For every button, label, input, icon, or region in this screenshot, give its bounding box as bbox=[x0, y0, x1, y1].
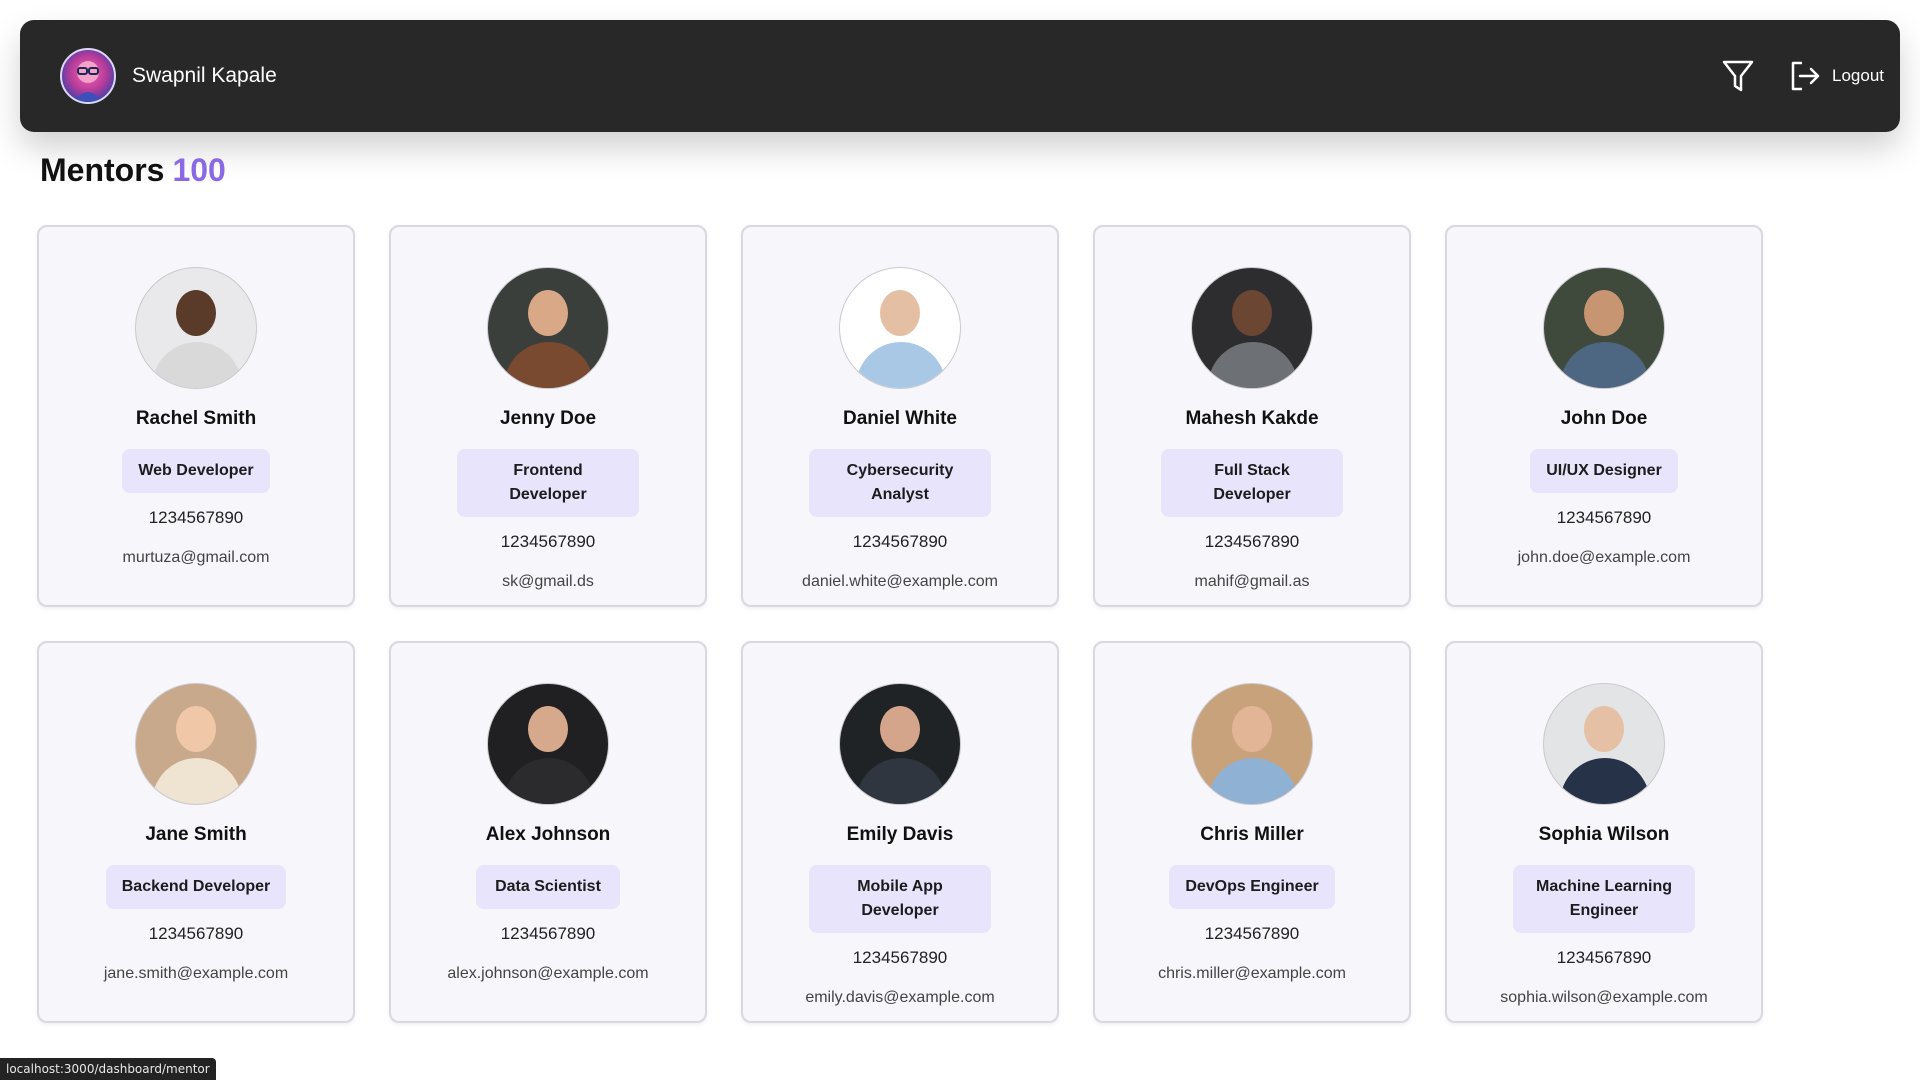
filter-button[interactable] bbox=[1718, 56, 1758, 96]
status-bar-url: localhost:3000/dashboard/mentor bbox=[0, 1058, 216, 1080]
mentor-avatar bbox=[135, 683, 257, 805]
mentor-role-badge: DevOps Engineer bbox=[1169, 865, 1335, 909]
mentor-role-badge: Mobile App Developer bbox=[809, 865, 991, 933]
mentor-role-badge: Web Developer bbox=[122, 449, 270, 493]
logout-arrow-icon bbox=[1791, 61, 1820, 91]
user-name: Swapnil Kapale bbox=[132, 64, 277, 87]
mentor-avatar bbox=[1191, 683, 1313, 805]
mentor-email: sk@gmail.ds bbox=[502, 573, 594, 590]
mentor-avatar bbox=[487, 267, 609, 389]
mentor-card[interactable]: Alex Johnson Data Scientist 1234567890 a… bbox=[389, 641, 707, 1023]
mentor-email: emily.davis@example.com bbox=[805, 989, 995, 1006]
mentor-avatar bbox=[135, 267, 257, 389]
page-title-label: Mentors bbox=[40, 152, 165, 188]
mentor-phone: 1234567890 bbox=[500, 924, 596, 943]
mentor-avatar bbox=[839, 683, 961, 805]
funnel-icon bbox=[1722, 60, 1754, 92]
mentor-phone: 1234567890 bbox=[852, 948, 948, 967]
top-navbar: Swapnil Kapale Logout bbox=[20, 20, 1900, 132]
mentor-role-badge: Data Scientist bbox=[476, 865, 620, 909]
mentor-email: chris.miller@example.com bbox=[1158, 965, 1346, 982]
mentor-phone: 1234567890 bbox=[1556, 508, 1652, 527]
mentor-card[interactable]: Mahesh Kakde Full Stack Developer 123456… bbox=[1093, 225, 1411, 607]
mentor-card[interactable]: Jane Smith Backend Developer 1234567890 … bbox=[37, 641, 355, 1023]
mentor-card[interactable]: Chris Miller DevOps Engineer 1234567890 … bbox=[1093, 641, 1411, 1023]
mentor-name: Alex Johnson bbox=[485, 824, 611, 845]
mentor-avatar bbox=[839, 267, 961, 389]
mentor-phone: 1234567890 bbox=[1204, 924, 1300, 943]
logout-button[interactable]: Logout bbox=[1788, 56, 1884, 96]
mentor-card[interactable]: Jenny Doe Frontend Developer 1234567890 … bbox=[389, 225, 707, 607]
mentor-name: Emily Davis bbox=[846, 824, 954, 845]
mentor-name: Jane Smith bbox=[145, 824, 247, 845]
mentor-phone: 1234567890 bbox=[852, 532, 948, 551]
mentor-phone: 1234567890 bbox=[148, 508, 244, 527]
mentor-email: sophia.wilson@example.com bbox=[1500, 989, 1708, 1006]
mentor-name: Chris Miller bbox=[1200, 824, 1304, 845]
mentor-avatar bbox=[1543, 683, 1665, 805]
mentor-role-badge: Full Stack Developer bbox=[1161, 449, 1343, 517]
mentor-phone: 1234567890 bbox=[148, 924, 244, 943]
mentor-role-badge: Cybersecurity Analyst bbox=[809, 449, 991, 517]
mentor-avatar bbox=[487, 683, 609, 805]
mentor-card[interactable]: Daniel White Cybersecurity Analyst 12345… bbox=[741, 225, 1059, 607]
mentor-count: 100 bbox=[172, 152, 226, 188]
mentor-name: Daniel White bbox=[842, 408, 957, 429]
mentor-name: John Doe bbox=[1560, 408, 1648, 429]
mentor-role-badge: Machine Learning Engineer bbox=[1513, 865, 1695, 933]
mentor-email: murtuza@gmail.com bbox=[122, 549, 270, 566]
mentor-phone: 1234567890 bbox=[500, 532, 596, 551]
mentor-card[interactable]: John Doe UI/UX Designer 1234567890 john.… bbox=[1445, 225, 1763, 607]
mentor-email: alex.johnson@example.com bbox=[447, 965, 649, 982]
mentor-card[interactable]: Emily Davis Mobile App Developer 1234567… bbox=[741, 641, 1059, 1023]
mentor-role-badge: Frontend Developer bbox=[457, 449, 639, 517]
mentor-phone: 1234567890 bbox=[1204, 532, 1300, 551]
mentor-phone: 1234567890 bbox=[1556, 948, 1652, 967]
mentor-avatar bbox=[1191, 267, 1313, 389]
mentor-email: daniel.white@example.com bbox=[802, 573, 998, 590]
page-title: Mentors 100 bbox=[40, 150, 226, 190]
mentor-role-badge: UI/UX Designer bbox=[1530, 449, 1678, 493]
mentor-email: john.doe@example.com bbox=[1517, 549, 1691, 566]
mentor-avatar bbox=[1543, 267, 1665, 389]
mentor-card[interactable]: Sophia Wilson Machine Learning Engineer … bbox=[1445, 641, 1763, 1023]
logout-label: Logout bbox=[1832, 66, 1884, 85]
mentor-role-badge: Backend Developer bbox=[105, 865, 287, 909]
mentor-name: Jenny Doe bbox=[499, 408, 597, 429]
mentor-name: Mahesh Kakde bbox=[1185, 408, 1319, 429]
mentor-card[interactable]: Rachel Smith Web Developer 1234567890 mu… bbox=[37, 225, 355, 607]
mentor-name: Rachel Smith bbox=[135, 408, 257, 429]
mentor-email: mahif@gmail.as bbox=[1194, 573, 1310, 590]
avatar-illustration-icon bbox=[74, 61, 102, 102]
user-avatar[interactable] bbox=[60, 48, 116, 104]
mentor-email: jane.smith@example.com bbox=[103, 965, 289, 982]
mentor-name: Sophia Wilson bbox=[1538, 824, 1670, 845]
